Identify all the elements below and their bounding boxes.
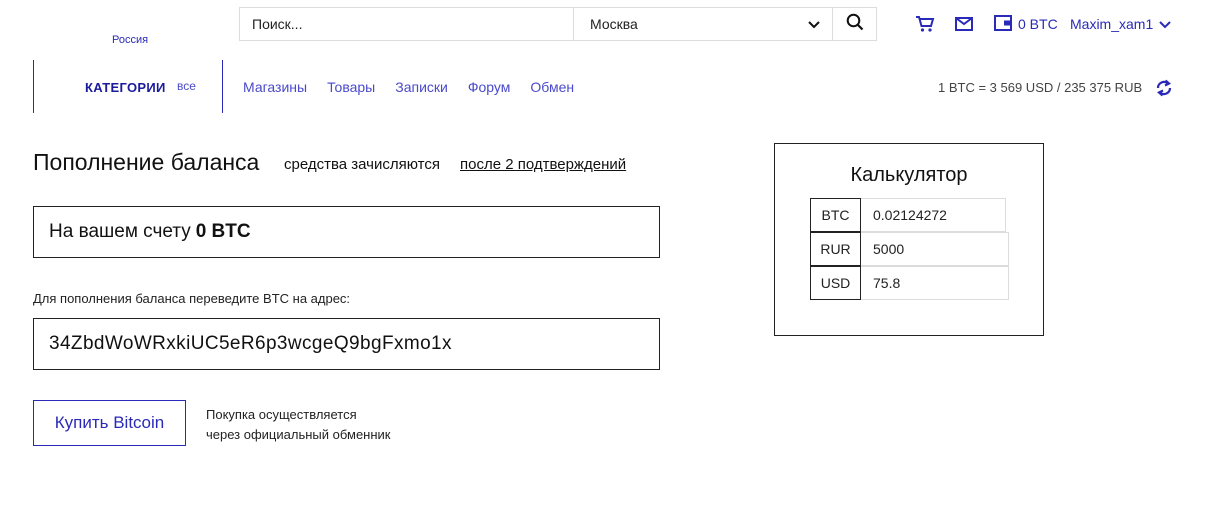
calculator-row-rur: RUR [810,232,1009,266]
nav-link-notes[interactable]: Записки [395,79,448,95]
amount-field[interactable] [861,266,1009,300]
nav-link-goods[interactable]: Товары [327,79,375,95]
page-title: Пополнение баланса [33,149,260,175]
calculator-row-btc: BTC [810,198,1006,232]
search-input[interactable] [240,8,574,40]
balance-box: На вашем счету 0 BTC [33,206,660,258]
nav-divider [33,60,34,113]
wallet-balance-text: 0 BTC [1018,16,1058,32]
amount-field[interactable] [861,232,1009,266]
currency-label: RUR [810,232,861,266]
refresh-icon[interactable] [1155,78,1173,103]
nav-link-exchange[interactable]: Обмен [530,79,574,95]
buy-bitcoin-button[interactable]: Купить Bitcoin [33,400,186,446]
buy-note-line: Покупка осуществляется [206,407,357,422]
buy-note-line: через официальный обменник [206,427,391,442]
city-select-value: Москва [590,16,638,32]
calculator-panel: Калькулятор BTC RUR USD [774,143,1044,336]
address-label: Для пополнения баланса переведите BTC на… [33,291,351,306]
buy-note: Покупка осуществляется через официальный… [206,405,436,445]
wallet-icon [994,14,1012,34]
exchange-rate: 1 BTC = 3 569 USD / 235 375 RUB [938,80,1143,95]
chevron-down-icon [808,16,820,32]
calculator-title: Калькулятор [850,164,968,186]
search-button[interactable] [833,8,876,40]
nav-link-shops[interactable]: Магазины [243,79,307,95]
page-subtitle: средства зачисляются [284,156,440,173]
user-name: Maxim_xam1 [1070,16,1154,32]
nav-link-forum[interactable]: Форум [468,79,511,95]
mail-icon[interactable] [955,14,973,34]
btc-address[interactable]: 34ZbdWoWRxkiUC5eR6p3wcgeQ9bgFxmo1x [33,318,660,370]
chevron-down-icon [1159,16,1171,32]
region-label[interactable]: Россия [112,34,148,46]
city-select[interactable]: Москва [574,8,833,40]
amount-field[interactable] [861,198,1006,232]
user-menu[interactable]: Maxim_xam1 [1070,14,1171,34]
currency-label: BTC [810,198,861,232]
balance-label: На вашем счету [49,221,191,242]
main-nav: Магазины Товары Записки Форум Обмен [243,79,574,95]
cart-icon[interactable] [915,14,935,34]
confirmations-link[interactable]: после 2 подтверждений [460,156,626,173]
nav-divider [222,60,223,113]
search-icon [846,13,864,36]
categories-all-link[interactable]: все [177,79,196,93]
usd-amount-input[interactable] [873,275,1008,291]
categories-label[interactable]: КАТЕГОРИИ [85,80,166,95]
rur-amount-input[interactable] [873,241,1008,257]
wallet-balance[interactable]: 0 BTC [994,14,1058,34]
currency-label: USD [810,266,861,300]
btc-amount-input[interactable] [873,207,1005,223]
search-bar: Москва [239,7,877,41]
calculator-row-usd: USD [810,266,1009,300]
balance-value: 0 BTC [195,221,251,242]
